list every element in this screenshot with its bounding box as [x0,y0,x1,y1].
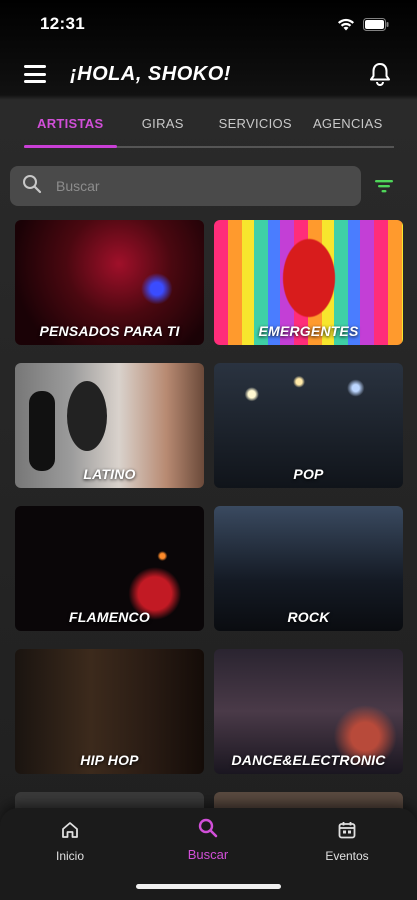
calendar-icon [337,820,357,843]
category-card-hip-hop[interactable]: HIP HOP [15,649,204,774]
greeting-title: ¡HOLA, SHOKO! [70,62,231,85]
microphone-image [29,391,55,471]
status-icons [337,17,389,31]
search-box[interactable] [10,166,361,206]
search-row [10,166,407,206]
nav-home[interactable]: Inicio [25,820,115,863]
home-icon [60,820,80,843]
status-bar: 12:31 [0,0,417,48]
category-card-pop[interactable]: POP [214,363,403,488]
nav-events[interactable]: Eventos [302,820,392,863]
category-label: DANCE&ELECTRONIC [231,752,386,768]
tab-giras[interactable]: GIRAS [117,108,210,146]
home-indicator [136,884,281,889]
category-label: EMERGENTES [258,323,359,339]
category-card-flamenco[interactable]: FLAMENCO [15,506,204,631]
category-card-rock[interactable]: ROCK [214,506,403,631]
nav-events-label: Eventos [325,849,369,863]
search-input[interactable] [56,178,306,194]
category-card-dance-electronic[interactable]: DANCE&ELECTRONIC [214,649,403,774]
category-label: FLAMENCO [69,609,150,625]
wifi-icon [337,18,355,31]
category-label: ROCK [287,609,330,625]
search-icon [22,174,42,199]
app-screen: 12:31 ¡HOLA, SHOKO! ARTISTAS GIRAS SERVI… [0,0,417,900]
category-card-pensados-para-ti[interactable]: PENSADOS PARA TI [15,220,204,345]
category-label: HIP HOP [80,752,139,768]
category-card-emergentes[interactable]: EMERGENTES [214,220,403,345]
category-label: LATINO [83,466,136,482]
pop-filter-image [67,381,107,451]
category-label: POP [293,466,324,482]
tab-artistas[interactable]: ARTISTAS [24,108,117,148]
nav-home-label: Inicio [55,849,84,863]
app-header: ¡HOLA, SHOKO! [0,52,417,96]
tab-agencias[interactable]: AGENCIAS [302,108,395,146]
nav-search[interactable]: Buscar [163,818,253,862]
status-time: 12:31 [40,14,85,33]
search-icon [198,818,218,841]
nav-search-label: Buscar [187,847,229,862]
menu-icon[interactable] [24,65,46,83]
bell-icon[interactable] [367,61,393,87]
category-label: PENSADOS PARA TI [39,323,180,339]
section-tabs: ARTISTAS GIRAS SERVICIOS AGENCIAS [24,108,394,148]
battery-icon [363,17,389,31]
tab-servicios[interactable]: SERVICIOS [209,108,302,146]
filter-icon[interactable] [373,175,395,197]
category-grid: PENSADOS PARA TI EMERGENTES LATINO POP F… [15,220,403,900]
category-card-latino[interactable]: LATINO [15,363,204,488]
